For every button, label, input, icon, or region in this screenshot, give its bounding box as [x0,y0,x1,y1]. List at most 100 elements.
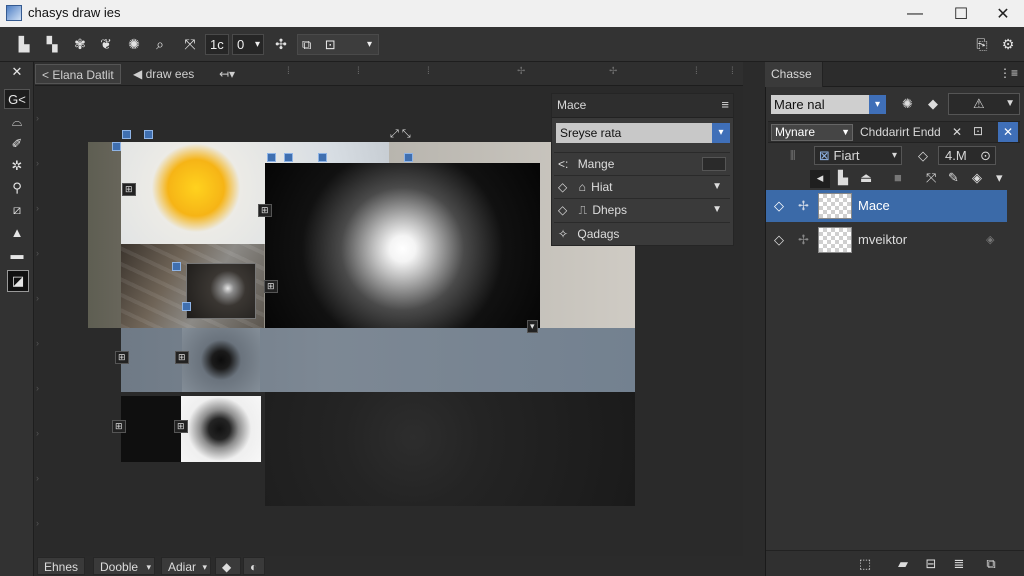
glow-image[interactable] [265,163,540,328]
tab-document-1[interactable]: < Elana Datlit [35,64,121,84]
layer-type-dropdown[interactable]: Mynare ▼ [771,124,853,141]
bucket-tool-icon[interactable]: ▲ [7,222,27,242]
close-icon[interactable]: ✕ [952,125,962,139]
pen-tool-icon[interactable]: ✐ [7,134,27,154]
transform-icon[interactable]: ⤧ [926,170,936,186]
clone-tool-icon[interactable]: ✲ [7,156,27,176]
close-button[interactable]: ✕ [980,0,1024,27]
black-thumbnail[interactable] [121,396,181,462]
folder-icon[interactable]: ▰ [894,555,912,573]
link-icon[interactable]: ✢ [798,224,809,256]
size-field[interactable]: 1c [205,34,229,55]
stamp-icon[interactable]: ✾ [70,34,90,54]
zoom-icon[interactable]: ⌕ [150,34,170,54]
mask-button[interactable]: ◆ [215,557,241,575]
gear-icon[interactable]: ✺ [124,34,144,54]
selection-handle[interactable] [182,302,191,311]
opacity-field[interactable]: 0 ▾ [232,34,264,55]
chevron-down-icon[interactable]: ▼ [712,199,722,221]
anchor-marker[interactable]: ⊞ [175,351,189,364]
selection-handle[interactable] [144,130,153,139]
fill-square-icon[interactable]: ■ [894,170,902,185]
dooble-dropdown[interactable]: Dooble ▾ [93,557,155,575]
toggle-switch[interactable] [702,157,726,171]
adjust-icon[interactable]: ≣ [950,555,968,573]
close-icon[interactable]: ✕ [7,62,27,82]
anchor-marker[interactable]: ⊞ [264,280,278,293]
thumbnail-image[interactable] [186,263,256,319]
anchor-marker[interactable]: ⊞ [122,183,136,196]
menu-icon[interactable]: ≡ [721,97,729,112]
tab-overflow[interactable]: ↤▾ [213,64,241,84]
effects-icon[interactable]: ✺ [902,96,913,112]
anchor-marker[interactable]: ⊞ [115,351,129,364]
color-swatch-icon[interactable]: ◪ [7,270,29,292]
refresh-icon[interactable]: ◈ [972,170,982,186]
anchor-marker[interactable]: ⊞ [258,204,272,217]
anchor-marker[interactable]: ▾ [527,320,538,333]
anchor-marker[interactable]: ⊞ [174,420,188,433]
visibility-icon[interactable]: ◇ [774,224,784,256]
square-icon[interactable]: ▙ [838,170,848,186]
lasso-tool-icon[interactable]: ⌓ [7,112,27,132]
preset-dropdown-value: Sreyse rata [560,126,622,140]
blend-mode-dropdown[interactable]: Mare nal ▾ [771,95,886,114]
weight-tool-icon[interactable]: ▬ [7,244,27,264]
new-layer-icon[interactable]: ⬚ [856,555,874,573]
paste-icon[interactable]: ▚ [42,34,62,54]
selection-handle[interactable] [404,153,413,162]
size-field[interactable]: 4.M ⊙ [938,146,996,165]
blot-thumbnail-2[interactable] [181,396,261,462]
adiar-dropdown[interactable]: Adiar ▾ [161,557,211,575]
pen-icon[interactable]: ✎ [948,170,959,186]
prop-row-hiat[interactable]: ◇ ⌂ Hiat ▼ [554,175,730,197]
selection-handle[interactable] [122,130,131,139]
arrows-icon[interactable]: ✣ [271,34,291,54]
eraser-tool-icon[interactable]: ⧄ [7,200,27,220]
selection-handle[interactable] [172,262,181,271]
link-icon[interactable]: ✢ [798,190,809,222]
chevron-down-icon[interactable]: ▾ [996,170,1003,186]
lock-icon[interactable]: ⊡ [973,124,983,138]
selection-handle[interactable] [267,153,276,162]
visibility-icon[interactable]: ◇ [774,190,784,222]
duplicate-icon[interactable]: ⧉ [982,555,1000,573]
bucket-icon[interactable]: ⏏ [860,170,872,186]
selection-handle[interactable] [112,142,121,151]
maximize-button[interactable]: ☐ [938,0,984,27]
brush-icon[interactable]: ❦ [96,34,116,54]
anchor-marker[interactable]: ⊞ [112,420,126,433]
layer-row[interactable]: ◇ ✢ mveiktor ◈ [766,224,1007,256]
fill-dropdown[interactable]: ⊠ Fiart ▾ [814,146,902,165]
lock-icon[interactable]: ◈ [986,224,994,256]
chevron-down-icon[interactable]: ▼ [712,176,722,198]
warning-dropdown[interactable]: ⚠ ▼ [948,93,1020,115]
minimize-button[interactable]: — [892,0,938,27]
new-file-icon[interactable]: ▙ [14,34,34,54]
blot-thumbnail-1[interactable] [182,328,260,392]
transform-dropdown[interactable]: ⧉ ⊡ ▾ [297,34,379,55]
select-tool-icon[interactable]: G< [4,89,30,109]
prop-row-mange[interactable]: <: Mange [554,152,730,174]
crop-icon[interactable]: ⤧ [180,34,200,54]
contrast-button[interactable]: ◐ [243,557,265,575]
selection-handle[interactable] [318,153,327,162]
panel-menu-icon[interactable]: ⋮≡ [999,66,1018,80]
rotate-handle-icon[interactable]: ⤢ ⤡ [390,128,411,141]
tab-chasse[interactable]: Chasse [765,62,823,87]
preset-dropdown[interactable]: Sreyse rata ▾ [556,123,730,143]
tab-document-2[interactable]: ◀ draw ees [127,64,200,84]
merge-icon[interactable]: ⊟ [922,555,940,573]
settings-icon[interactable]: ⚙ [998,34,1018,54]
ehnes-button[interactable]: Ehnes [37,557,86,575]
layer-row[interactable]: ◇ ✢ Mace [766,190,1007,222]
mask-icon[interactable]: ◆ [928,96,938,112]
prop-row-qadags[interactable]: ✧ Qadags [554,222,730,244]
dark-lower-layer[interactable] [265,392,635,506]
link-icon[interactable]: ✕ [998,122,1018,142]
clipboard-icon[interactable]: ⎘ [972,34,992,54]
selection-handle[interactable] [284,153,293,162]
lightbulb-tool-icon[interactable]: ⚲ [7,178,27,198]
arrow-left-icon[interactable]: ◂ [810,170,830,188]
prop-row-dheps[interactable]: ◇ ⎍ Dheps ▼ [554,198,730,220]
